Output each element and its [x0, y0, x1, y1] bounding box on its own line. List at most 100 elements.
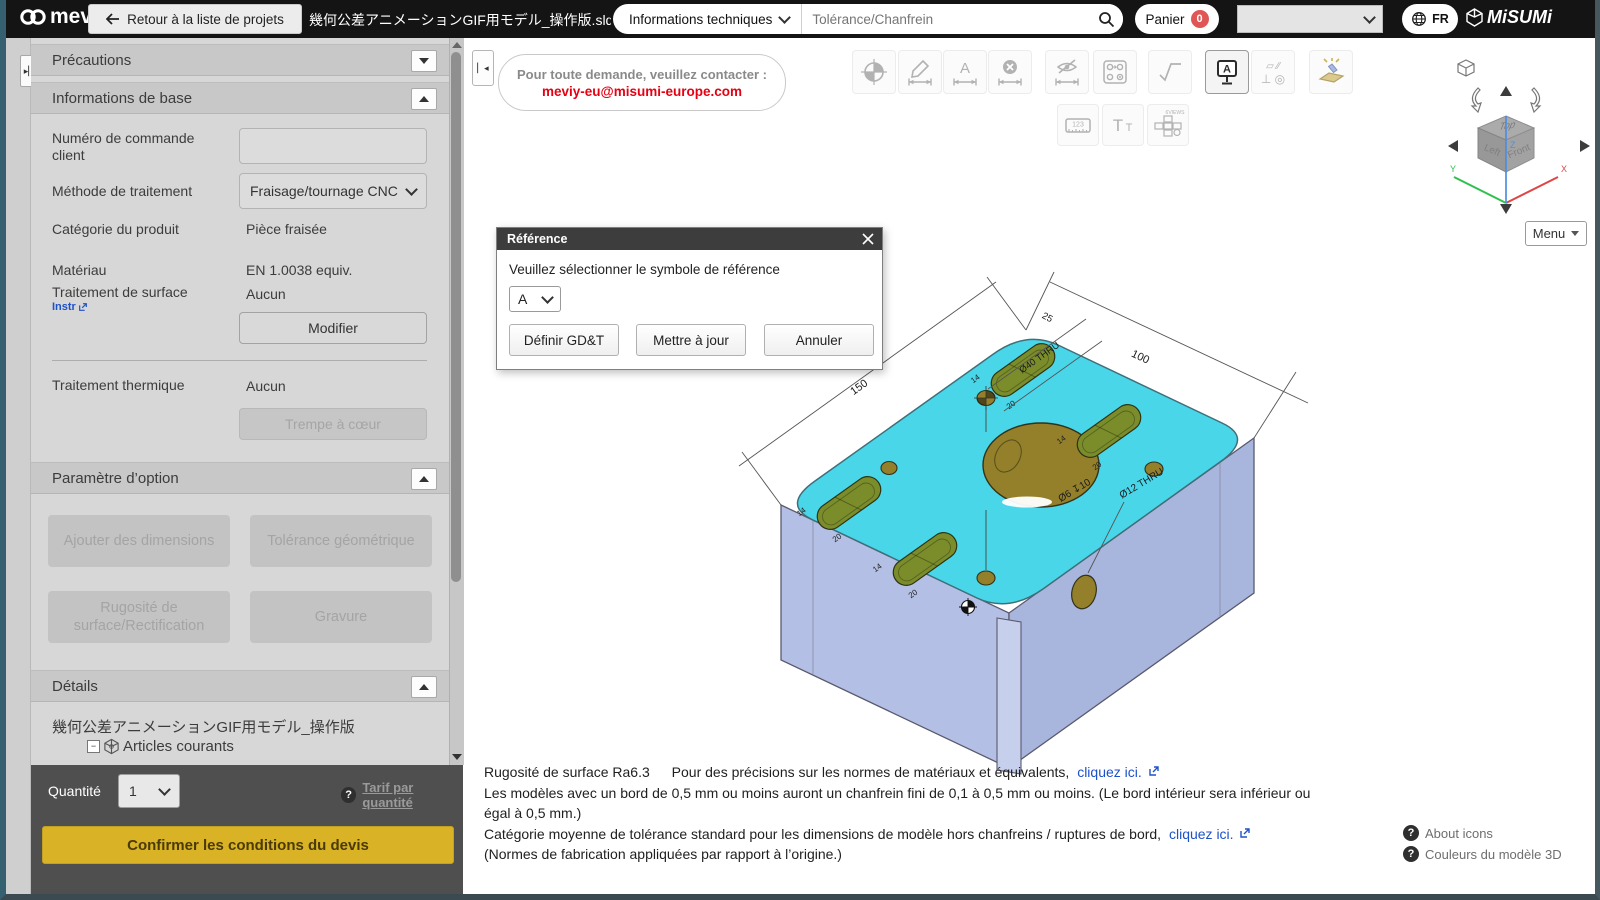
rotate-cw-arrow-icon[interactable]	[1530, 87, 1542, 114]
view-cube-widget[interactable]: Top Left Front Y X Z	[1444, 58, 1594, 218]
reference-dialog: Référence Veuillez sélectionner le symbo…	[496, 227, 883, 370]
tree-child-label: Articles courants	[123, 738, 234, 755]
materials-link[interactable]: cliquez ici.	[1077, 764, 1142, 780]
geometric-tolerance-icon: ▱ ∕∕⊥ ◎	[1261, 61, 1285, 86]
scroll-down-arrow-icon[interactable]	[452, 754, 462, 760]
meviy-app-window: meviy Retour à la liste de projets 幾何公差ア…	[0, 0, 1600, 900]
ext-line	[1253, 371, 1297, 439]
section-option-params[interactable]: Paramètre d’option	[31, 462, 449, 494]
instr-link[interactable]: Instr	[52, 301, 88, 313]
hole-pattern-tool-button[interactable]	[1093, 50, 1137, 94]
tilt-up-arrow-icon[interactable]	[1500, 86, 1512, 96]
model-colors-link[interactable]: ? Couleurs du modèle 3D	[1403, 846, 1562, 862]
about-icons-link[interactable]: ? About icons	[1403, 825, 1493, 841]
heat-treatment-label: Traitement thermique	[52, 377, 185, 393]
search-input[interactable]	[802, 11, 1089, 27]
contact-line: Pour toute demande, veuillez contacter :	[517, 66, 767, 82]
order-number-input[interactable]	[239, 128, 427, 164]
tree-child-item[interactable]: − Articles courants	[87, 738, 234, 755]
section-details[interactable]: Détails	[31, 670, 449, 702]
surface-roughness-icon	[1159, 63, 1181, 82]
through-hardening-button: Trempe à cœur	[239, 408, 427, 440]
hole-pattern-icon	[1103, 60, 1127, 84]
datum-symbol-tool-button[interactable]: A	[1205, 50, 1249, 94]
contact-email[interactable]: meviy-eu@misumi-europe.com	[542, 84, 742, 99]
search-button[interactable]	[1089, 4, 1123, 34]
triangle-up-icon	[419, 684, 429, 690]
z-axis-label: Z	[1510, 140, 1516, 150]
y-axis	[1453, 176, 1507, 204]
manufacturing-notes: Rugosité de surface Ra6.3 Pour des préci…	[484, 762, 1314, 865]
viewer-menu-button[interactable]: Menu	[1525, 221, 1587, 246]
collapse-button[interactable]	[411, 676, 437, 698]
collapse-button[interactable]	[411, 88, 437, 110]
note-line-2: Les modèles avec un bord de 0,5 mm ou mo…	[484, 784, 1311, 822]
define-gdt-button[interactable]: Définir GD&T	[509, 324, 619, 356]
sidebar-scrollbar-thumb[interactable]	[451, 52, 461, 582]
edit-dimension-tool-button[interactable]	[898, 50, 942, 94]
small-hole[interactable]	[880, 460, 898, 476]
engraving-tool-button[interactable]	[1309, 50, 1353, 94]
tariff-by-quantity-link[interactable]: ? Tarif par quantité	[341, 780, 463, 810]
delete-dimension-tool-button[interactable]	[988, 50, 1032, 94]
hide-dimension-tool-button[interactable]	[1045, 50, 1089, 94]
y-axis-label: Y	[1450, 164, 1456, 174]
triangle-up-icon	[419, 476, 429, 482]
reference-dialog-header[interactable]: Référence	[497, 228, 882, 250]
surface-treatment-label: Traitement de surface	[52, 284, 188, 300]
method-select[interactable]: Fraisage/tournage CNC	[239, 173, 427, 209]
collapse-button[interactable]	[411, 50, 437, 72]
external-link-icon	[1148, 766, 1159, 776]
modify-button[interactable]: Modifier	[239, 312, 427, 344]
note-line-3: Catégorie moyenne de tolérance standard …	[484, 824, 1314, 845]
cart-label: Panier	[1145, 11, 1185, 27]
collapse-button[interactable]	[411, 468, 437, 490]
close-icon[interactable]	[862, 233, 874, 245]
back-to-projects-button[interactable]: Retour à la liste de projets	[88, 4, 302, 34]
tree-collapse-box-icon[interactable]: −	[87, 740, 100, 753]
menu-button-label: Menu	[1532, 226, 1566, 241]
cart-button[interactable]: Panier 0	[1135, 4, 1219, 34]
tariff-link-label: Tarif par quantité	[362, 780, 414, 810]
text-dimension-tool-button[interactable]: A	[943, 50, 987, 94]
chevron-down-icon	[541, 291, 554, 304]
datum-target-tool-button[interactable]	[852, 50, 896, 94]
text-size-tool-button[interactable]: TT	[1102, 104, 1144, 146]
rotate-right-arrow-icon[interactable]	[1580, 140, 1590, 152]
surface-roughness-tool-button[interactable]	[1148, 50, 1192, 94]
surface-roughness-button: Rugosité de surface/Rectification	[48, 591, 230, 643]
rotate-ccw-arrow-icon[interactable]	[1470, 87, 1482, 114]
triangle-down-icon	[419, 58, 429, 64]
collapse-sidebar-button[interactable]: ▏◂	[472, 50, 494, 86]
note-materials: Pour des précisions sur les normes de ma…	[671, 764, 1070, 780]
tolerance-link[interactable]: cliquez ici.	[1169, 826, 1234, 842]
topbar-empty-dropdown[interactable]	[1237, 5, 1383, 33]
rotate-left-arrow-icon[interactable]	[1448, 140, 1458, 152]
ruler-123-icon: 123	[1065, 118, 1091, 133]
question-circle-icon: ?	[1403, 825, 1419, 841]
cube-outline-icon[interactable]	[1457, 59, 1475, 77]
scroll-up-arrow-icon[interactable]	[452, 42, 462, 48]
section-precautions[interactable]: Précautions	[31, 44, 449, 76]
misumi-logo[interactable]: MiSUMi	[1466, 7, 1552, 28]
six-views-icon: 6VIEWS	[1154, 110, 1185, 137]
small-hole[interactable]	[976, 570, 996, 586]
quantity-select[interactable]: 1	[118, 774, 180, 808]
language-selector[interactable]: FR	[1402, 4, 1458, 34]
open-file-name: 幾何公差アニメーションGIF用モデル_操作版.sld	[309, 12, 611, 28]
search-category-dropdown[interactable]: Informations techniques	[613, 4, 803, 34]
tilt-down-arrow-icon[interactable]	[1500, 204, 1512, 214]
geometric-tolerance-tool-button[interactable]: ▱ ∕∕ ⊥ ◎	[1251, 50, 1295, 94]
confirm-quote-button[interactable]: Confirmer les conditions du devis	[42, 826, 454, 864]
cancel-button[interactable]: Annuler	[764, 324, 874, 356]
datum-symbol-select[interactable]: A	[509, 286, 561, 312]
tree-root-item[interactable]: 幾何公差アニメーションGIF用モデル_操作版	[52, 716, 442, 737]
part-corner-chamfer-face[interactable]	[996, 617, 1022, 775]
update-button[interactable]: Mettre à jour	[636, 324, 746, 356]
ruler-dimensions-tool-button[interactable]: 123	[1057, 104, 1099, 146]
surface-treatment-value: Aucun	[246, 286, 286, 302]
section-basic-info[interactable]: Informations de base	[31, 82, 449, 114]
note-line-1: Rugosité de surface Ra6.3 Pour des préci…	[484, 762, 1314, 783]
six-views-tool-button[interactable]: 6VIEWS	[1147, 104, 1189, 146]
product-category-label: Catégorie du produit	[52, 221, 179, 237]
